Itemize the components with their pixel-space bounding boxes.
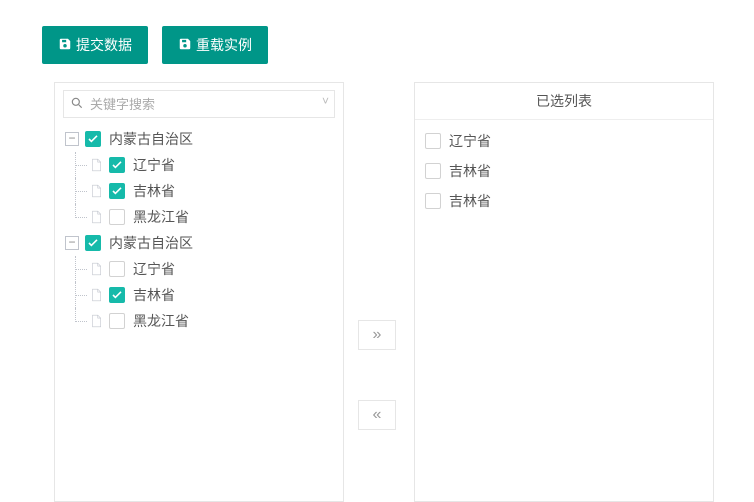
tree-child-node[interactable]: 辽宁省 <box>61 152 337 178</box>
save-icon <box>178 37 192 54</box>
list-item[interactable]: 辽宁省 <box>425 126 703 156</box>
search-wrap: ˅ <box>63 90 335 118</box>
list-item[interactable]: 吉林省 <box>425 186 703 216</box>
checkbox[interactable] <box>425 133 441 149</box>
search-icon <box>70 96 84 110</box>
save-icon <box>58 37 72 54</box>
reload-button[interactable]: 重载实例 <box>162 26 268 64</box>
tree-child-node[interactable]: 吉林省 <box>61 282 337 308</box>
file-icon <box>89 184 103 198</box>
tree-node-label: 内蒙古自治区 <box>109 129 193 149</box>
file-icon <box>89 210 103 224</box>
tree-child-node[interactable]: 黑龙江省 <box>61 204 337 230</box>
checkbox[interactable] <box>109 261 125 277</box>
toolbar: 提交数据 重载实例 <box>42 26 268 64</box>
tree-child-node[interactable]: 辽宁省 <box>61 256 337 282</box>
list-item-label: 吉林省 <box>449 161 491 181</box>
search-input[interactable] <box>63 90 335 118</box>
tree-node-label: 吉林省 <box>133 181 175 201</box>
tree-node-label: 黑龙江省 <box>133 207 189 227</box>
list-item[interactable]: 吉林省 <box>425 156 703 186</box>
expander-icon[interactable]: − <box>65 236 79 250</box>
chevron-double-right-icon: » <box>373 326 382 344</box>
tree-node-label: 内蒙古自治区 <box>109 233 193 253</box>
file-icon <box>89 288 103 302</box>
checkbox[interactable] <box>425 163 441 179</box>
file-icon <box>89 158 103 172</box>
selected-list-header: 已选列表 <box>415 83 713 120</box>
tree-child-node[interactable]: 吉林省 <box>61 178 337 204</box>
tree-root-node[interactable]: − 内蒙古自治区 <box>61 126 337 152</box>
tree-child-node[interactable]: 黑龙江省 <box>61 308 337 334</box>
checkbox[interactable] <box>109 157 125 173</box>
checkbox[interactable] <box>109 287 125 303</box>
reload-button-label: 重载实例 <box>196 35 252 55</box>
submit-button[interactable]: 提交数据 <box>42 26 148 64</box>
transfer-left-button[interactable]: « <box>358 400 396 430</box>
transfer-right-button[interactable]: » <box>358 320 396 350</box>
tree-node-label: 黑龙江省 <box>133 311 189 331</box>
source-tree-panel: ˅ − 内蒙古自治区 辽宁省 吉林省 黑龙江省 − <box>54 82 344 502</box>
file-icon <box>89 314 103 328</box>
list-item-label: 吉林省 <box>449 191 491 211</box>
checkbox[interactable] <box>85 131 101 147</box>
search-clear-icon[interactable]: ˅ <box>322 94 329 108</box>
tree-root-node[interactable]: − 内蒙古自治区 <box>61 230 337 256</box>
selected-list-panel: 已选列表 辽宁省 吉林省 吉林省 <box>414 82 714 502</box>
checkbox[interactable] <box>109 209 125 225</box>
checkbox[interactable] <box>109 313 125 329</box>
chevron-double-left-icon: « <box>373 406 382 424</box>
tree-node-label: 辽宁省 <box>133 259 175 279</box>
tree-node-label: 吉林省 <box>133 285 175 305</box>
checkbox[interactable] <box>425 193 441 209</box>
tree-node-label: 辽宁省 <box>133 155 175 175</box>
checkbox[interactable] <box>85 235 101 251</box>
selected-list: 辽宁省 吉林省 吉林省 <box>415 120 713 222</box>
submit-button-label: 提交数据 <box>76 35 132 55</box>
list-item-label: 辽宁省 <box>449 131 491 151</box>
checkbox[interactable] <box>109 183 125 199</box>
expander-icon[interactable]: − <box>65 132 79 146</box>
tree: − 内蒙古自治区 辽宁省 吉林省 黑龙江省 − 内蒙古自治区 <box>55 122 343 340</box>
file-icon <box>89 262 103 276</box>
